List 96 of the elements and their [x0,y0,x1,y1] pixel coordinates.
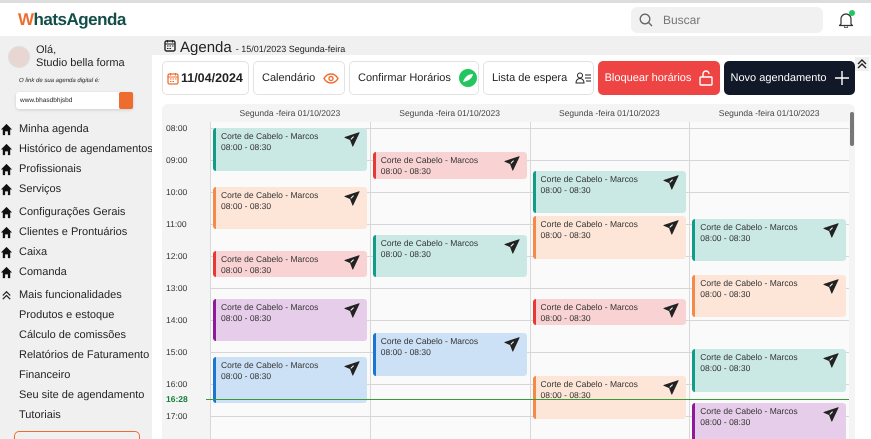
user-name: Studio bella forma [36,57,125,70]
hour-label: 11:00 [166,219,187,229]
menu-item[interactable]: Profissionais [0,159,152,179]
current-time-label: 16:28 [166,394,188,404]
send-icon[interactable] [822,278,840,294]
hour-label: 13:00 [166,283,188,293]
appointment-card[interactable]: Corte de Cabelo - Marcos 08:00 - 08:30 [213,186,367,230]
appointment-card[interactable]: Corte de Cabelo - Marcos 08:00 - 08:30 [692,218,846,262]
home-icon [0,122,13,136]
hour-label: 12:00 [166,251,188,261]
people-list-icon [575,72,592,84]
menu-item[interactable]: Financeiro [0,365,152,385]
calendar-button[interactable]: Calendário [253,61,345,95]
appointment-card[interactable]: Corte de Cabelo - Marcos 08:00 - 08:30 [213,298,367,342]
appointment-card[interactable]: Corte de Cabelo - Marcos 08:00 - 08:30 [532,216,686,259]
menu-item[interactable]: Comanda [0,262,152,282]
scrollbar[interactable] [850,112,854,146]
home-icon [0,162,13,176]
page-subtitle: - 15/01/2023 Segunda-feira [236,44,346,54]
menu-item[interactable]: Cálculo de comissões [0,325,152,345]
appointment-card[interactable]: Corte de Cabelo - Marcos 08:00 - 08:30 [213,250,367,278]
appointment-card[interactable]: Corte de Cabelo - Marcos 08:00 - 08:30 [372,234,526,278]
send-icon[interactable] [502,238,520,254]
menu-item[interactable]: Caixa [0,242,152,262]
hour-label: 09:00 [166,155,188,165]
send-icon[interactable] [662,379,680,395]
avatar [8,46,30,68]
menu-item[interactable]: Produtos e estoque [0,305,152,325]
menu-item[interactable]: Relatórios de Faturamento [0,345,152,365]
appointment-card[interactable]: Corte de Cabelo - Marcos 08:00 - 08:30 [532,376,686,419]
send-icon[interactable] [662,302,680,318]
home-icon [0,142,13,156]
send-icon[interactable] [502,336,520,352]
column-header: Segunda -feira 01/10/2023 [238,108,342,120]
calendar-icon [167,72,179,84]
send-icon[interactable] [342,254,361,270]
send-icon[interactable] [342,302,361,318]
eye-icon [323,72,340,84]
collapse-button[interactable] [855,57,869,71]
hour-label: 15:00 [166,347,188,357]
block-button[interactable]: Bloquear horários [598,61,720,95]
send-icon[interactable] [342,190,361,206]
column-header: Segunda -feira 01/10/2023 [398,108,501,120]
menu-item[interactable]: Serviços [0,179,152,199]
menu-item[interactable]: Clientes e Prontuários [0,222,152,242]
hour-label: 14:00 [166,315,188,325]
calendar-icon [164,39,176,52]
unlocked-padlock-icon [699,70,714,86]
search-input[interactable]: Buscar [661,12,805,28]
confirm-button[interactable]: Confirmar Horários [349,61,479,95]
plus-icon [834,71,849,85]
send-icon[interactable] [662,174,680,190]
menu-item[interactable]: Seu site de agendamento [0,385,152,405]
appointment-card[interactable]: Corte de Cabelo - Marcos 08:00 - 08:30 [213,128,367,171]
appointment-card[interactable]: Corte de Cabelo - Marcos 08:00 - 08:30 [372,333,526,376]
menu-item[interactable]: Minha agenda [0,119,152,139]
appointment-card[interactable]: Corte de Cabelo - Marcos 08:00 - 08:30 [692,274,846,318]
column-header: Segunda -feira 01/10/2023 [558,108,661,120]
appointment-card[interactable]: Corte de Cabelo - Marcos 08:00 - 08:30 [213,357,367,403]
app-logo: WhatsAgenda [18,10,126,30]
send-icon[interactable] [822,222,840,238]
home-icon [0,226,13,238]
appointment-card[interactable]: Corte de Cabelo - Marcos 08:00 - 08:30 [692,349,846,392]
menu-item[interactable]: Configurações Gerais [0,202,152,222]
hour-label: 08:00 [166,123,188,133]
send-icon[interactable] [342,131,361,147]
search-icon [639,12,653,26]
appointment-card[interactable]: Corte de Cabelo - Marcos 08:00 - 08:30 [532,170,686,214]
send-icon[interactable] [342,360,361,376]
bell-icon[interactable] [839,12,853,28]
menu-item[interactable]: Tutoriais [0,405,152,425]
home-icon [0,246,13,258]
page-title: Agenda [180,39,232,56]
hour-label: 17:00 [166,411,188,421]
home-icon [0,206,13,218]
appointment-card[interactable]: Corte de Cabelo - Marcos 08:00 - 08:30 [532,298,686,326]
appointment-card[interactable]: Corte de Cabelo - Marcos 08:00 - 08:30 [372,152,526,179]
search-field[interactable]: Buscar [631,6,823,32]
greeting: Olá, [36,44,58,57]
hour-label: 10:00 [166,187,188,197]
home-icon [0,182,13,196]
send-icon[interactable] [822,352,840,368]
home-icon [0,266,13,278]
send-icon[interactable] [662,219,680,235]
send-icon[interactable] [502,155,520,171]
waitlist-button[interactable]: Lista de espera [483,61,594,95]
menu-item[interactable]: Histórico de agendamentos [0,139,152,159]
send-icon[interactable] [822,406,840,422]
outlined-button[interactable] [14,431,140,439]
new-button[interactable]: Novo agendamento [724,61,855,95]
menu-group[interactable]: Mais funcionalidades [0,285,152,305]
hour-label: 16:00 [166,379,188,389]
date-picker[interactable]: 11/04/2024 [162,61,249,95]
column-header: Segunda -feira 01/10/2023 [718,108,820,120]
leaf-icon [458,69,477,87]
appointment-card[interactable]: Corte de Cabelo - Marcos 08:00 - 08:30 [692,402,846,439]
